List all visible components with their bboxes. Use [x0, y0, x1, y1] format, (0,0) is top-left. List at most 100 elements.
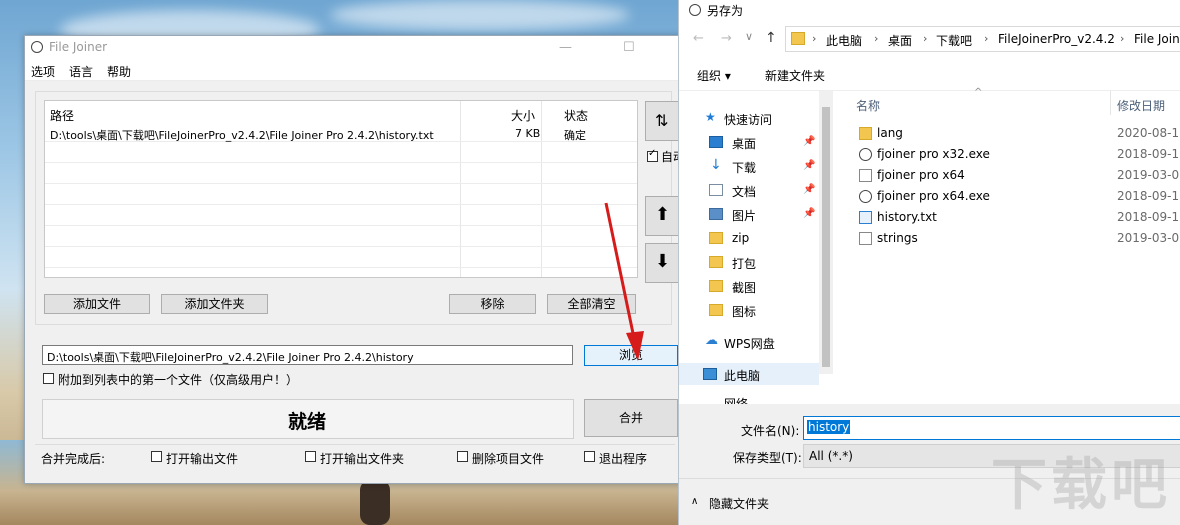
folder-icon	[709, 304, 723, 316]
filename-input[interactable]: history	[803, 416, 1180, 440]
header-path[interactable]: 路径	[50, 107, 74, 124]
open-output-file-checkbox[interactable]	[151, 451, 162, 462]
delete-project-file-checkbox[interactable]	[457, 451, 468, 462]
folder-icon	[709, 280, 723, 292]
filetype-value: All (*.*)	[809, 449, 853, 463]
menu-options[interactable]: 选项	[31, 63, 55, 80]
save-options-area: 文件名(N): history 保存类型(T): All (*.*) ∧ 隐藏文…	[679, 404, 1180, 525]
breadcrumb-file-joiner[interactable]: File Join	[1134, 32, 1180, 46]
exit-program-checkbox[interactable]	[584, 451, 595, 462]
nav-network[interactable]: 网络	[679, 393, 819, 404]
header-size[interactable]: 大小	[511, 107, 535, 124]
sort-button[interactable]: ⇅	[645, 101, 679, 141]
computer-icon	[703, 368, 717, 380]
status-text: 就绪	[288, 411, 327, 433]
file-row[interactable]: fjoiner pro x64.exe 2018-09-16	[834, 186, 1180, 207]
nav-pictures[interactable]: 图片 📌	[679, 203, 819, 225]
menu-help[interactable]: 帮助	[107, 63, 131, 80]
download-icon: ↓	[710, 157, 722, 173]
app-icon	[859, 190, 872, 203]
app-logo-icon	[689, 4, 701, 16]
nav-wps-drive[interactable]: ☁ WPS网盘	[679, 331, 819, 353]
file-row[interactable]: history.txt 2018-09-16	[834, 207, 1180, 228]
organize-button[interactable]: 组织 ▾	[697, 67, 731, 84]
nav-downloads[interactable]: ↓ 下载 📌	[679, 155, 819, 177]
folder-icon	[709, 232, 723, 244]
exit-program-label: 退出程序	[599, 452, 648, 466]
filename-value: history	[807, 420, 851, 434]
file-list[interactable]: 路径 大小 状态 D:\tools\桌面\下载吧\FileJoinerPro_v…	[44, 100, 638, 278]
navigation-pane: ★ 快速访问 桌面 📌 ↓ 下载 📌 文档 📌 图片 📌 zip 打包 截图 图…	[679, 91, 819, 404]
folder-icon	[859, 127, 872, 140]
nav-this-pc[interactable]: 此电脑	[679, 363, 819, 385]
minimize-icon[interactable]: —	[559, 40, 572, 55]
output-path-field[interactable]: D:\tools\桌面\下载吧\FileJoinerPro_v2.4.2\Fil…	[42, 345, 573, 365]
new-folder-button[interactable]: 新建文件夹	[765, 67, 825, 84]
nav-scrollbar[interactable]	[819, 91, 833, 374]
nav-screenshots[interactable]: 截图	[679, 275, 819, 297]
auto-checkbox[interactable]: ✓	[647, 148, 658, 162]
pin-icon: 📌	[803, 184, 816, 195]
pin-icon: 📌	[803, 136, 816, 147]
file-row[interactable]: lang 2020-08-15	[834, 123, 1180, 144]
breadcrumb-this-pc[interactable]: 此电脑	[826, 32, 862, 49]
file-joiner-window: File Joiner — ☐ 选项 语言 帮助 路径 大小 状态 D:\too…	[24, 35, 682, 484]
breadcrumb-filejoinerpro[interactable]: FileJoinerPro_v2.4.2	[998, 32, 1115, 46]
add-file-button[interactable]: 添加文件	[44, 294, 150, 314]
scrollbar-thumb[interactable]	[822, 107, 830, 367]
file-row[interactable]: strings 2019-03-03	[834, 228, 1180, 249]
remove-button[interactable]: 移除	[449, 294, 536, 314]
chevron-up-icon[interactable]: ∧	[691, 496, 698, 507]
filetype-label: 保存类型(T):	[733, 451, 802, 465]
merge-button[interactable]: 合并	[584, 399, 678, 437]
nav-pack[interactable]: 打包	[679, 251, 819, 273]
up-folder-icon[interactable]: ↑	[765, 30, 777, 46]
folder-icon	[709, 256, 723, 268]
row-status: 确定	[564, 129, 586, 142]
file-row[interactable]: fjoiner pro x32.exe 2018-09-16	[834, 144, 1180, 165]
nav-quick-access[interactable]: ★ 快速访问	[679, 107, 819, 129]
title-bar: File Joiner — ☐	[25, 36, 681, 60]
pin-icon: 📌	[803, 160, 816, 171]
app-logo-icon	[31, 41, 43, 53]
menu-language[interactable]: 语言	[69, 63, 93, 80]
move-up-button[interactable]: ⬆	[645, 196, 679, 236]
picture-icon	[709, 208, 723, 220]
hide-folders-button[interactable]: 隐藏文件夹	[709, 495, 769, 512]
after-merge-bar: 合并完成后: 打开输出文件 打开输出文件夹 删除项目文件 退出程序	[35, 444, 675, 467]
file-list-panel: 路径 大小 状态 D:\tools\桌面\下载吧\FileJoinerPro_v…	[35, 91, 672, 325]
arrow-up-icon: ⬆	[655, 204, 671, 225]
back-icon[interactable]: ←	[693, 31, 704, 46]
breadcrumb-downloads[interactable]: 下载吧	[936, 32, 972, 49]
open-output-folder-label: 打开输出文件夹	[320, 452, 405, 466]
pin-icon: 📌	[803, 208, 816, 219]
open-output-folder-checkbox[interactable]	[305, 451, 316, 462]
file-list-view: ^ 名称 修改日期 lang 2020-08-15 fjoiner pro x3…	[834, 87, 1180, 404]
row-path: D:\tools\桌面\下载吧\FileJoinerPro_v2.4.2\Fil…	[50, 129, 434, 142]
header-status[interactable]: 状态	[564, 107, 588, 124]
forward-icon[interactable]: →	[721, 31, 732, 46]
command-bar: 组织 ▾ 新建文件夹	[679, 58, 1180, 91]
nav-desktop[interactable]: 桌面 📌	[679, 131, 819, 153]
text-file-icon	[859, 211, 872, 224]
column-modified-header[interactable]: 修改日期	[1117, 97, 1165, 114]
nav-documents[interactable]: 文档 📌	[679, 179, 819, 201]
document-icon	[709, 184, 723, 196]
add-folder-button[interactable]: 添加文件夹	[161, 294, 268, 314]
file-row[interactable]: fjoiner pro x64 2019-03-03	[834, 165, 1180, 186]
menu-bar: 选项 语言 帮助	[25, 60, 681, 81]
status-area: 就绪	[42, 399, 574, 439]
file-icon	[859, 232, 872, 245]
annotation-arrow	[604, 202, 644, 361]
move-down-button[interactable]: ⬇	[645, 243, 679, 283]
app-icon	[859, 148, 872, 161]
nav-icons[interactable]: 图标	[679, 299, 819, 321]
maximize-icon[interactable]: ☐	[623, 40, 635, 55]
nav-zip[interactable]: zip	[679, 227, 819, 249]
append-checkbox[interactable]	[43, 373, 54, 384]
cloud-icon: ☁	[705, 333, 718, 348]
recent-dropdown-icon[interactable]: ∨	[745, 30, 753, 43]
breadcrumb-desktop[interactable]: 桌面	[888, 32, 912, 49]
column-name-header[interactable]: 名称	[856, 97, 880, 114]
desktop-icon	[709, 136, 723, 148]
